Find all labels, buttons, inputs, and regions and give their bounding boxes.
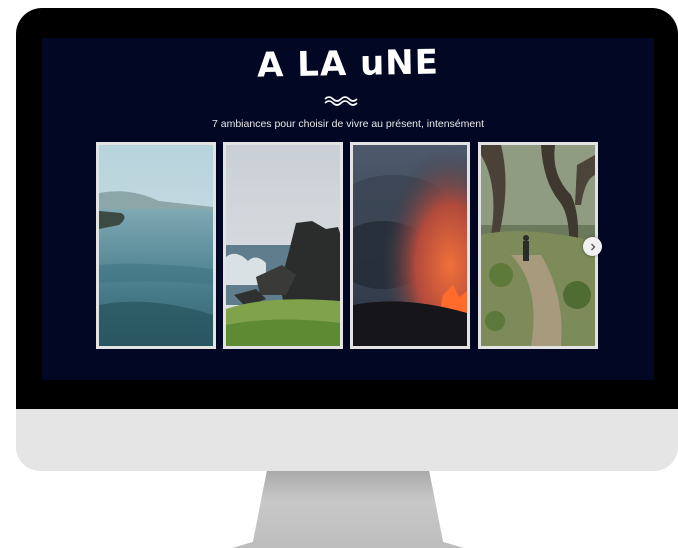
carousel-next-button[interactable] <box>583 237 602 256</box>
carousel-card-rocky-coast[interactable] <box>223 142 343 349</box>
wave-divider-icon <box>324 96 358 106</box>
monitor-screen: A LA uNE 7 ambiances pour choisir de viv… <box>42 38 654 380</box>
page-title: A LA uNE <box>256 42 440 86</box>
monitor-chin <box>16 409 678 471</box>
carousel-card-forest[interactable] <box>478 142 598 349</box>
chevron-right-icon <box>590 243 595 250</box>
rocky-coast-photo <box>226 145 340 346</box>
carousel-card-volcano[interactable] <box>350 142 470 349</box>
lagoon-photo <box>99 145 213 346</box>
section-subtitle: 7 ambiances pour choisir de vivre au pré… <box>212 118 484 130</box>
volcano-photo <box>353 145 467 346</box>
forest-photo <box>481 145 595 346</box>
carousel-card-lagoon[interactable] <box>96 142 216 349</box>
monitor-stand <box>232 471 464 548</box>
